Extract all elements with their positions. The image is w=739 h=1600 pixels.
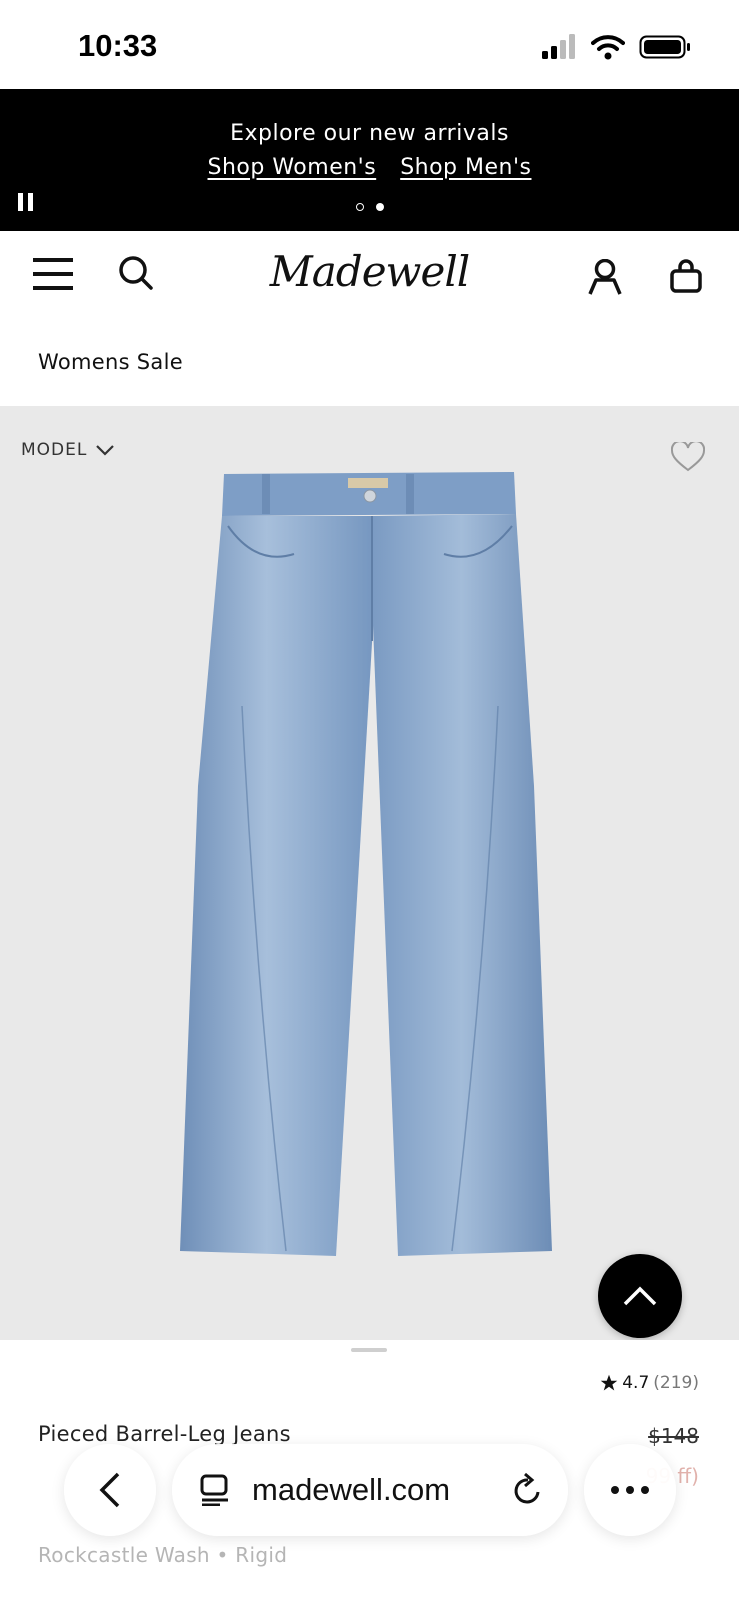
shop-men-link[interactable]: Shop Men's [400,155,531,180]
back-button[interactable] [64,1444,156,1536]
breadcrumb[interactable]: Womens Sale [38,350,183,374]
address-bar[interactable]: madewell.com [172,1444,568,1536]
signal-icon [542,34,575,59]
chevron-down-icon [96,445,115,456]
ellipsis-icon [611,1486,649,1494]
product-image-area: MODEL [0,406,739,1340]
product-name: Pieced Barrel-Leg Jeans [38,1422,291,1446]
site-header: Madewell [0,231,739,326]
status-time: 10:33 [78,28,158,63]
chevron-left-icon [99,1472,120,1508]
reload-icon[interactable] [512,1472,544,1506]
color-name: Rockcastle Wash • Rigid [38,1543,288,1567]
account-icon[interactable] [588,259,622,295]
more-button[interactable] [584,1444,676,1536]
wifi-icon [591,35,625,60]
scroll-to-top-button[interactable] [598,1254,682,1338]
status-icons [541,34,691,60]
promo-links: Shop Women's Shop Men's [0,155,739,180]
browser-toolbar: madewell.com [0,1444,739,1536]
tab-layout-icon [200,1474,228,1506]
bag-icon[interactable] [670,259,702,293]
review-count: (219) [653,1373,699,1393]
chevron-up-icon [623,1286,657,1306]
product-image [180,472,552,1256]
carousel-dot-active[interactable] [375,203,384,211]
brand-logo[interactable]: Madewell [0,247,739,296]
model-dropdown[interactable]: MODEL [21,440,115,460]
carousel-dot[interactable] [355,203,364,211]
product-rating[interactable]: 4.7 (219) [600,1373,699,1393]
drag-handle[interactable] [351,1348,387,1352]
promo-text: Explore our new arrivals [230,121,509,146]
carousel-dots [0,203,739,211]
star-icon [600,1374,618,1391]
model-label: MODEL [21,440,88,460]
battery-icon [639,35,690,59]
promo-banner: Explore our new arrivals Shop Women's Sh… [0,89,739,231]
status-bar: 10:33 [0,0,739,89]
shop-women-link[interactable]: Shop Women's [208,155,377,180]
heart-icon[interactable] [671,442,705,472]
url-text: madewell.com [252,1472,451,1507]
rating-value: 4.7 [622,1373,650,1393]
